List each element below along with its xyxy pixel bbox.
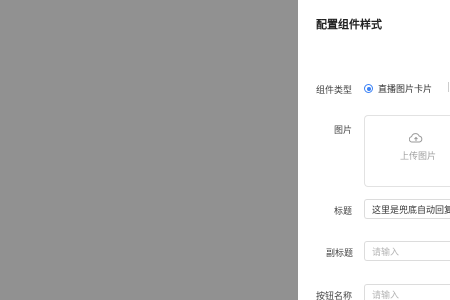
- radio-label: 直播图片卡片: [378, 85, 433, 95]
- radio-selected-icon: [364, 84, 373, 93]
- modal-backdrop[interactable]: [0, 0, 298, 300]
- image-label: 图片: [334, 126, 353, 136]
- title-input[interactable]: 这里是兜底自动回复: [364, 199, 450, 219]
- button-name-input[interactable]: 请输入: [364, 284, 450, 300]
- button-name-label: 按钮名称: [316, 292, 353, 300]
- title-label: 标题: [334, 207, 353, 217]
- subtitle-input[interactable]: 请输入: [364, 241, 450, 261]
- drawer-title: 配置组件样式: [316, 18, 382, 31]
- image-upload-area[interactable]: 上传图片: [364, 115, 450, 187]
- config-drawer: 配置组件样式 组件类型 直播图片卡片 图片 上传图片 标题 这里是兜底自动回复 …: [298, 0, 450, 300]
- radio-live-image-card[interactable]: 直播图片卡片: [364, 82, 432, 95]
- subtitle-label: 副标题: [326, 249, 354, 259]
- cloud-upload-icon: [409, 133, 423, 143]
- upload-text: 上传图片: [400, 152, 437, 162]
- radio-next-option[interactable]: [448, 82, 449, 92]
- component-type-label: 组件类型: [316, 86, 353, 96]
